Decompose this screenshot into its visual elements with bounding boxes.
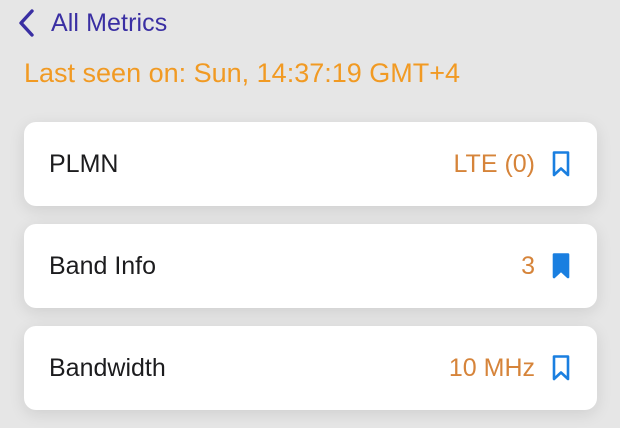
bookmark-outline-icon[interactable] (551, 150, 571, 178)
metric-value: 10 MHz (448, 353, 535, 382)
back-label: All Metrics (51, 8, 168, 37)
metric-label: PLMN (49, 149, 119, 178)
metric-label: Band Info (49, 251, 157, 280)
bookmark-outline-icon[interactable] (551, 354, 571, 382)
metric-row-plmn[interactable]: PLMN LTE (0) (24, 122, 597, 206)
bookmark-filled-icon[interactable] (551, 252, 571, 280)
last-seen-status: Last seen on: Sun, 14:37:19 GMT+4 (24, 58, 461, 88)
metric-value: 3 (521, 251, 535, 280)
metric-row-bandwidth[interactable]: Bandwidth 10 MHz (24, 326, 597, 410)
metric-value: LTE (0) (453, 149, 536, 178)
back-button[interactable]: All Metrics (18, 6, 167, 40)
chevron-left-icon (18, 6, 42, 40)
metrics-list: PLMN LTE (0) Band Info 3 Bandwidth 10 MH… (24, 122, 597, 428)
metric-row-band-info[interactable]: Band Info 3 (24, 224, 597, 308)
metric-label: Bandwidth (49, 353, 166, 382)
